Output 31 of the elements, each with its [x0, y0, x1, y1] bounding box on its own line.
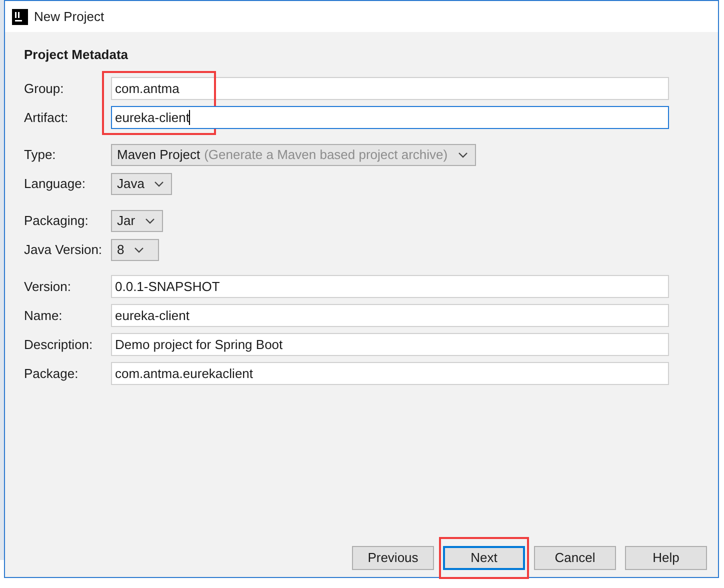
dropdown[interactable]: 8	[111, 238, 159, 260]
window-title: New Project	[34, 8, 104, 26]
app-logo-icon	[12, 8, 28, 24]
field-label: Packaging:	[24, 212, 90, 230]
text-field[interactable]: com.antma	[111, 77, 669, 100]
field-label: Java Version:	[24, 240, 104, 259]
text-field[interactable]: 0.0.1-SNAPSHOT	[111, 275, 669, 298]
text-field[interactable]: eureka-client	[111, 106, 669, 129]
chevron-down-icon	[154, 180, 164, 186]
field-label: Description:	[24, 336, 94, 354]
chevron-down-icon	[145, 218, 156, 224]
chevron-down-icon	[458, 152, 468, 158]
field-label: Artifact:	[24, 108, 70, 127]
text-field[interactable]: Demo project for Spring Boot	[111, 333, 669, 356]
field-label: Package:	[24, 364, 80, 383]
text-field[interactable]: com.antma.eurekaclient	[111, 362, 669, 385]
dialog-button[interactable]: Cancel	[534, 546, 616, 570]
text-field[interactable]: eureka-client	[111, 304, 669, 327]
dialog-button[interactable]: Previous	[352, 546, 434, 570]
field-label: Version:	[24, 278, 72, 296]
dialog-button[interactable]: Help	[625, 546, 707, 570]
dropdown[interactable]: Maven Project (Generate a Maven based project archive)	[111, 144, 476, 166]
field-label: Name:	[24, 306, 64, 325]
field-label: Language:	[24, 174, 86, 193]
section-title: Project Metadata	[24, 47, 128, 63]
dropdown[interactable]: Jar	[111, 210, 164, 232]
chevron-down-icon	[134, 246, 144, 252]
dropdown[interactable]: Java	[111, 172, 172, 194]
field-label: Type:	[24, 146, 57, 164]
dialog-button[interactable]: Next	[443, 546, 525, 570]
field-label: Group:	[24, 80, 65, 98]
